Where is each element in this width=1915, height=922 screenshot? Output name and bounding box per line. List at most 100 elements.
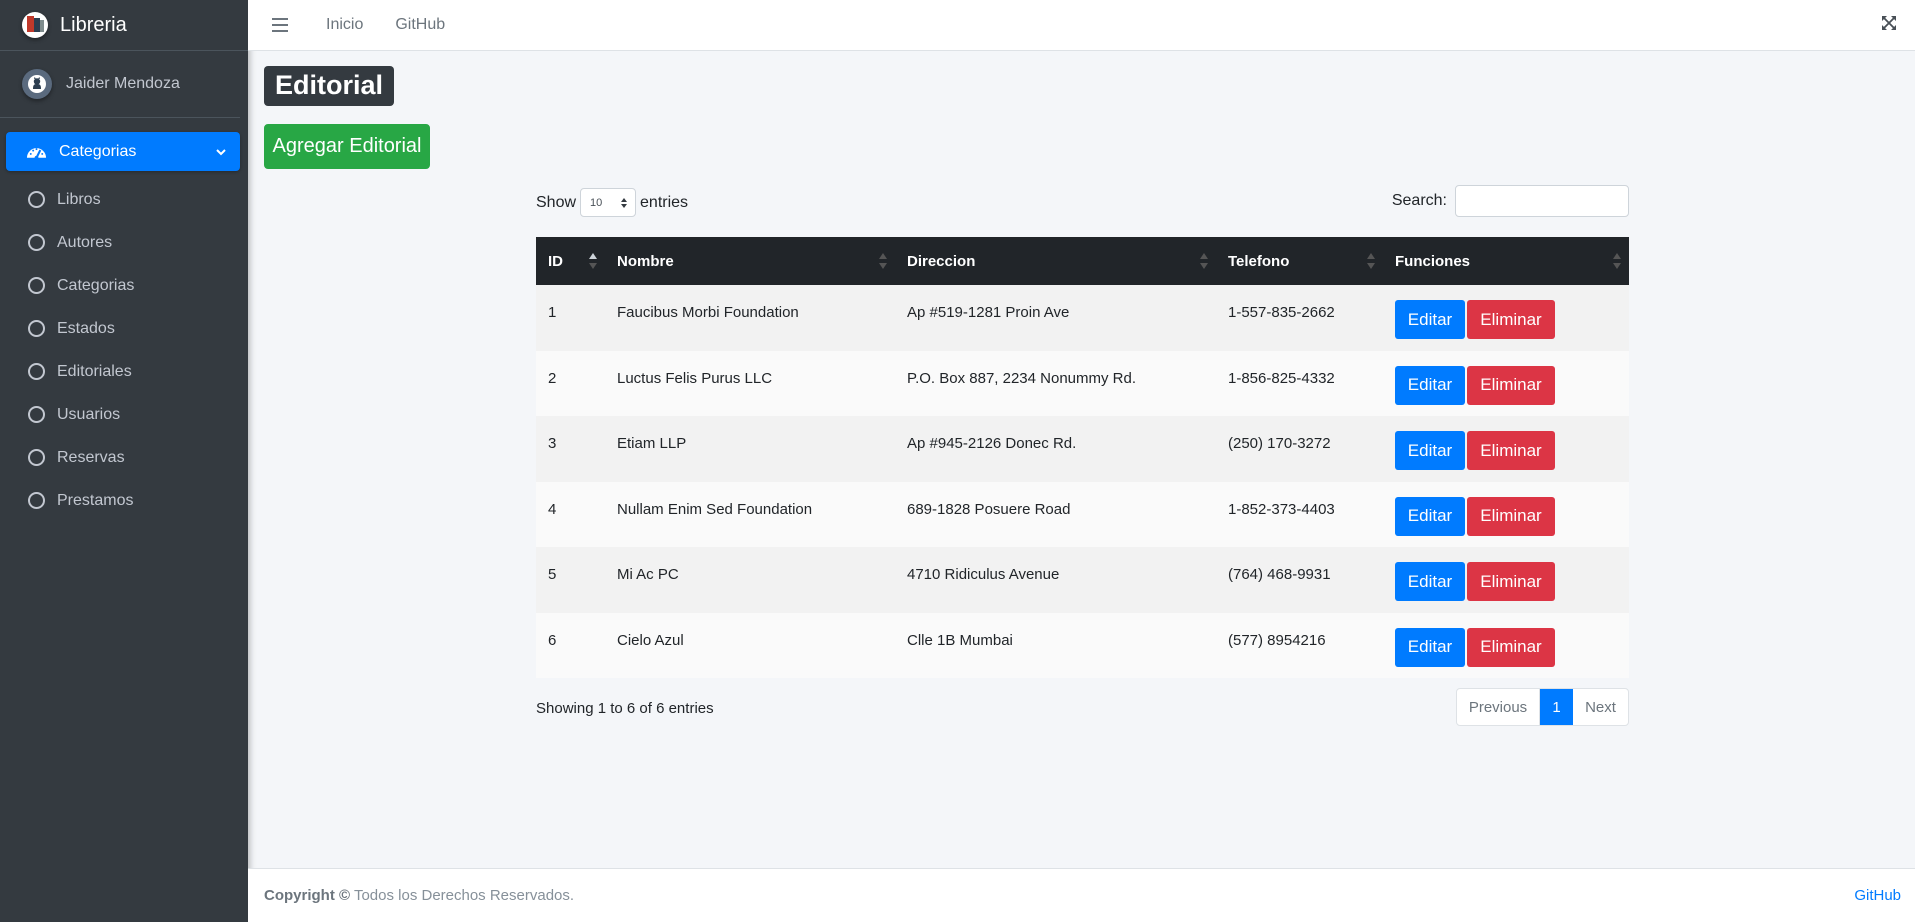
brand-name: Libreria bbox=[60, 13, 127, 36]
edit-button[interactable]: Editar bbox=[1395, 365, 1465, 405]
cell-id: 1 bbox=[548, 304, 557, 321]
edit-button[interactable]: Editar bbox=[1395, 496, 1465, 536]
content-wrapper: Editorial Agregar Editorial Show 10 entr… bbox=[248, 51, 1915, 868]
sidebar-item-editoriales[interactable]: Editoriales bbox=[6, 351, 240, 392]
delete-button[interactable]: Eliminar bbox=[1467, 431, 1555, 470]
delete-button[interactable]: Eliminar bbox=[1467, 300, 1555, 339]
search-control: Search: bbox=[1392, 185, 1629, 217]
sidebar-item-label: Categorias bbox=[59, 142, 137, 160]
cell-nombre: Etiam LLP bbox=[617, 435, 687, 452]
cell-funciones: Editar Eliminar bbox=[1383, 482, 1629, 548]
column-header-id[interactable]: ID bbox=[536, 237, 605, 285]
circle-icon bbox=[28, 191, 45, 208]
column-header-direccion[interactable]: Direccion bbox=[895, 237, 1216, 285]
cell-direccion: 689-1828 Posuere Road bbox=[907, 500, 1071, 518]
sidebar-item-label: Reservas bbox=[57, 448, 125, 466]
sidebar-item-label: Categorias bbox=[57, 276, 135, 294]
delete-button[interactable]: Eliminar bbox=[1467, 627, 1555, 667]
sidebar-item-usuarios[interactable]: Usuarios bbox=[6, 394, 240, 435]
table-row: 1 Faucibus Morbi Foundation Ap #519-1281… bbox=[536, 285, 1629, 351]
table-row: 6 Cielo Azul Clle 1B Mumbai (577) 895421… bbox=[536, 612, 1629, 678]
chevron-down-icon bbox=[216, 148, 226, 155]
select-arrows-icon bbox=[621, 198, 628, 208]
sidebar-item-autores[interactable]: Autores bbox=[6, 222, 240, 263]
cell-id: 4 bbox=[548, 500, 557, 518]
footer-github-link[interactable]: GitHub bbox=[1854, 887, 1901, 904]
sidebar-item-libros[interactable]: Libros bbox=[6, 179, 240, 220]
edit-button[interactable]: Editar bbox=[1395, 431, 1465, 470]
sidebar-item-label: Autores bbox=[57, 233, 113, 251]
fullscreen-expand-icon[interactable] bbox=[1881, 15, 1897, 31]
cell-direccion: 4710 Ridiculus Avenue bbox=[907, 566, 1060, 583]
column-header-telefono[interactable]: Telefono bbox=[1216, 237, 1383, 285]
editorial-table: ID Nombre Direccion Telefono Funciones 1… bbox=[536, 237, 1629, 678]
nav-link-inicio[interactable]: Inicio bbox=[326, 16, 363, 34]
circle-icon bbox=[28, 363, 45, 380]
sort-icon bbox=[1200, 253, 1208, 269]
main-sidebar: Libreria Jaider Mendoza Categorias Libro… bbox=[0, 0, 248, 922]
sidebar-nav: Categorias Libros Autores Categorias Est… bbox=[0, 118, 248, 521]
add-editorial-button[interactable]: Agregar Editorial bbox=[264, 124, 430, 169]
column-header-funciones[interactable]: Funciones bbox=[1383, 237, 1629, 285]
table-header-row: ID Nombre Direccion Telefono Funciones bbox=[536, 237, 1629, 285]
show-label: Show bbox=[536, 193, 577, 211]
cell-id: 2 bbox=[548, 369, 557, 387]
cell-id: 6 bbox=[548, 631, 557, 649]
edit-button[interactable]: Editar bbox=[1395, 300, 1465, 339]
cell-direccion: P.O. Box 887, 2234 Nonummy Rd. bbox=[907, 369, 1137, 387]
nav-link-github[interactable]: GitHub bbox=[395, 16, 445, 34]
datatable-controls: Show 10 entries Search: bbox=[536, 185, 1629, 237]
sidebar-item-categorias-menu[interactable]: Categorias bbox=[6, 132, 240, 171]
entries-length-select[interactable]: 10 bbox=[580, 188, 637, 217]
table-row: 2 Luctus Felis Purus LLC P.O. Box 887, 2… bbox=[536, 350, 1629, 416]
tachometer-icon bbox=[26, 147, 47, 160]
sort-icon bbox=[879, 253, 887, 269]
column-header-nombre[interactable]: Nombre bbox=[605, 237, 895, 285]
hamburger-menu-icon[interactable] bbox=[272, 18, 288, 32]
delete-button[interactable]: Eliminar bbox=[1467, 562, 1555, 601]
cell-nombre: Luctus Felis Purus LLC bbox=[617, 369, 773, 387]
datatable-wrapper: Show 10 entries Search: ID Nombre Direcc… bbox=[536, 185, 1629, 738]
sidebar-item-categorias[interactable]: Categorias bbox=[6, 265, 240, 306]
sidebar-item-label: Estados bbox=[57, 319, 115, 337]
sort-asc-icon bbox=[589, 253, 597, 269]
delete-button[interactable]: Eliminar bbox=[1467, 365, 1555, 405]
sidebar-item-estados[interactable]: Estados bbox=[6, 308, 240, 349]
edit-button[interactable]: Editar bbox=[1395, 562, 1465, 601]
delete-button[interactable]: Eliminar bbox=[1467, 496, 1555, 536]
length-value: 10 bbox=[590, 196, 603, 209]
edit-button[interactable]: Editar bbox=[1395, 627, 1465, 667]
cell-direccion: Ap #945-2126 Donec Rd. bbox=[907, 435, 1077, 452]
cell-id: 3 bbox=[548, 435, 557, 452]
pagination-previous[interactable]: Previous bbox=[1457, 689, 1540, 725]
circle-icon bbox=[28, 406, 45, 423]
main-footer: Copyright © Todos los Derechos Reservado… bbox=[248, 868, 1915, 922]
sidebar-item-label: Usuarios bbox=[57, 405, 121, 423]
search-input[interactable] bbox=[1455, 185, 1629, 217]
search-label: Search: bbox=[1391, 192, 1447, 209]
circle-icon bbox=[28, 320, 45, 337]
page-title: Editorial bbox=[264, 66, 395, 106]
circle-icon bbox=[28, 234, 45, 251]
github-avatar-icon bbox=[22, 69, 52, 99]
brand-link[interactable]: Libreria bbox=[0, 0, 248, 51]
cell-nombre: Mi Ac PC bbox=[617, 566, 679, 583]
table-row: 4 Nullam Enim Sed Foundation 689-1828 Po… bbox=[536, 481, 1629, 548]
sidebar-item-reservas[interactable]: Reservas bbox=[6, 437, 240, 478]
cell-funciones: Editar Eliminar bbox=[1383, 547, 1629, 613]
cell-nombre: Nullam Enim Sed Foundation bbox=[617, 500, 813, 518]
sidebar-item-label: Prestamos bbox=[57, 491, 134, 509]
user-panel[interactable]: Jaider Mendoza bbox=[0, 51, 240, 118]
pagination-next[interactable]: Next bbox=[1573, 689, 1628, 725]
cell-funciones: Editar Eliminar bbox=[1383, 285, 1629, 351]
pagination-page-1[interactable]: 1 bbox=[1540, 689, 1573, 725]
sidebar-item-label: Editoriales bbox=[57, 362, 132, 380]
circle-icon bbox=[28, 277, 45, 294]
cell-telefono: (250) 170-3272 bbox=[1228, 435, 1331, 452]
sidebar-item-prestamos[interactable]: Prestamos bbox=[6, 480, 240, 521]
library-logo-icon bbox=[22, 12, 48, 38]
length-control: Show 10 entries bbox=[536, 188, 688, 217]
cell-id: 5 bbox=[548, 566, 557, 583]
cell-telefono: 1-557-835-2662 bbox=[1228, 304, 1335, 321]
table-info: Showing 1 to 6 of 6 entries bbox=[536, 700, 714, 717]
